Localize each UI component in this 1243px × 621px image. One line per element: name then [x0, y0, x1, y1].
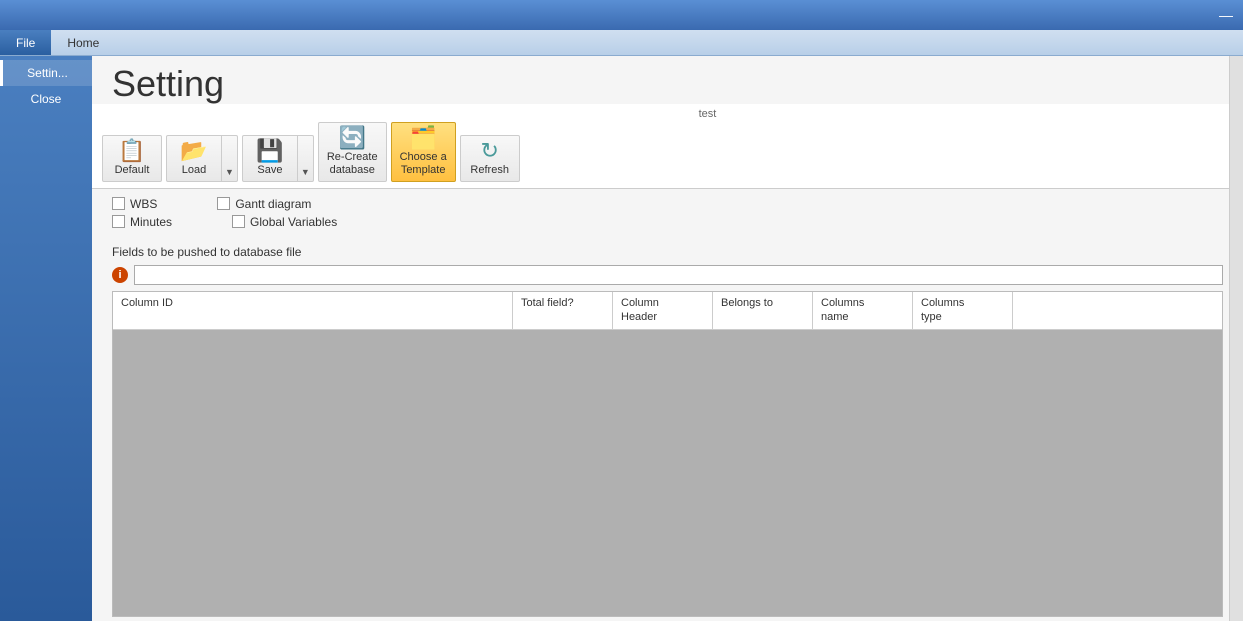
col-id-header: Column ID [113, 292, 513, 329]
table-container: Column ID Total field? ColumnHeader Belo… [112, 291, 1223, 617]
menu-home[interactable]: Home [51, 30, 115, 55]
save-label: Save [257, 164, 282, 177]
menu-file[interactable]: File [0, 30, 51, 55]
load-arrow[interactable]: ▼ [221, 136, 237, 181]
recreate-button[interactable]: 🔄 Re-Createdatabase [318, 122, 387, 182]
refresh-label: Refresh [470, 164, 509, 177]
main-layout: Settin... Close Setting test 📋 Default 📂… [0, 56, 1243, 621]
fields-label: Fields to be pushed to database file [92, 241, 1243, 263]
minimize-icon[interactable]: — [1219, 7, 1233, 23]
checkbox-row-2: Minutes Global Variables [112, 215, 1223, 229]
sidebar-item-close[interactable]: Close [0, 86, 92, 112]
col-total-header: Total field? [513, 292, 613, 329]
col-belongs-header: Belongs to [713, 292, 813, 329]
refresh-button[interactable]: ↻ Refresh [460, 135, 520, 182]
global-checkbox[interactable]: Global Variables [232, 215, 337, 229]
default-icon: 📋 [118, 140, 145, 162]
ribbon-group-label: test [102, 108, 1233, 120]
title-bar: — [0, 0, 1243, 30]
gantt-checkbox[interactable]: Gantt diagram [217, 197, 311, 211]
col-type-header: Columnstype [913, 292, 1013, 329]
ribbon-buttons: 📋 Default 📂 Load ▼ 💾 Save [102, 122, 1233, 182]
table-header: Column ID Total field? ColumnHeader Belo… [113, 292, 1222, 330]
global-label: Global Variables [250, 215, 337, 229]
content-area: Setting test 📋 Default 📂 Load ▼ [92, 56, 1243, 621]
info-input[interactable] [134, 265, 1223, 285]
sidebar: Settin... Close [0, 56, 92, 621]
menu-bar: File Home [0, 30, 1243, 56]
info-bar: i [112, 265, 1223, 285]
gantt-label: Gantt diagram [235, 197, 311, 211]
wbs-checkbox-box[interactable] [112, 197, 125, 210]
wbs-label: WBS [130, 197, 157, 211]
scrollbar-right[interactable] [1229, 56, 1243, 621]
default-button[interactable]: 📋 Default [102, 135, 162, 182]
wbs-checkbox[interactable]: WBS [112, 197, 157, 211]
checkbox-row-1: WBS Gantt diagram [112, 197, 1223, 211]
col-name-header: Columnsname [813, 292, 913, 329]
checkboxes-area: WBS Gantt diagram Minutes Global Variabl… [92, 189, 1243, 241]
ribbon: test 📋 Default 📂 Load ▼ [92, 104, 1243, 189]
col-header-header: ColumnHeader [613, 292, 713, 329]
sidebar-item-setting[interactable]: Settin... [0, 60, 92, 86]
save-button-split[interactable]: 💾 Save ▼ [242, 135, 314, 182]
minutes-label: Minutes [130, 215, 172, 229]
recreate-icon: 🔄 [339, 127, 366, 149]
recreate-label: Re-Createdatabase [327, 151, 378, 177]
page-title: Setting [92, 56, 1243, 104]
save-arrow[interactable]: ▼ [297, 136, 313, 181]
load-icon: 📂 [180, 140, 207, 162]
default-label: Default [115, 164, 150, 177]
minutes-checkbox[interactable]: Minutes [112, 215, 172, 229]
load-button-split[interactable]: 📂 Load ▼ [166, 135, 238, 182]
choose-label: Choose aTemplate [400, 151, 447, 177]
save-button-main[interactable]: 💾 Save [243, 136, 297, 181]
gantt-checkbox-box[interactable] [217, 197, 230, 210]
minutes-checkbox-box[interactable] [112, 215, 125, 228]
save-icon: 💾 [256, 140, 283, 162]
load-label: Load [182, 164, 206, 177]
table-body [113, 330, 1222, 617]
info-icon: i [112, 267, 128, 283]
refresh-icon: ↻ [480, 140, 498, 162]
choose-icon: 🗂️ [409, 127, 436, 149]
global-checkbox-box[interactable] [232, 215, 245, 228]
load-button-main[interactable]: 📂 Load [167, 136, 221, 181]
choose-template-button[interactable]: 🗂️ Choose aTemplate [391, 122, 456, 182]
